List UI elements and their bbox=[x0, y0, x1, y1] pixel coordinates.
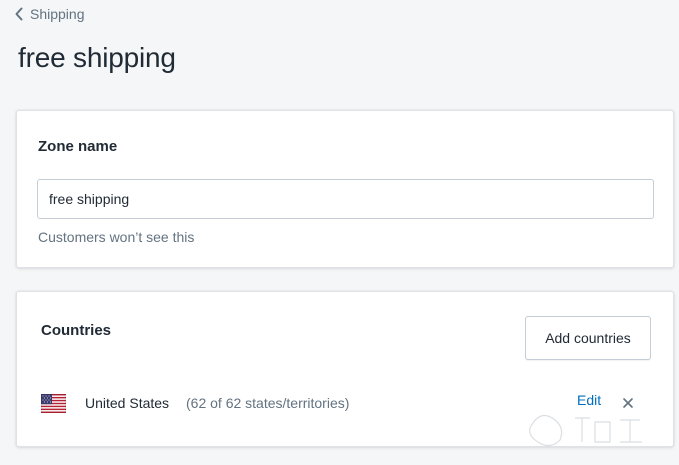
us-flag-icon bbox=[41, 394, 66, 413]
country-name: United States bbox=[85, 395, 170, 411]
breadcrumb-label[interactable]: Shipping bbox=[30, 6, 85, 22]
zone-name-heading: Zone name bbox=[38, 138, 118, 155]
page: Shipping free shipping Zone name Custome… bbox=[0, 0, 679, 465]
page-title: free shipping bbox=[18, 42, 176, 73]
country-row: United States (62 of 62 states/territori… bbox=[41, 392, 641, 414]
add-countries-button[interactable]: Add countries bbox=[525, 316, 651, 360]
breadcrumb-back-link[interactable]: Shipping bbox=[14, 6, 85, 22]
zone-name-card: Zone name Customers won’t see this bbox=[16, 110, 674, 268]
countries-heading: Countries bbox=[41, 322, 112, 339]
country-state-count: (62 of 62 states/territories) bbox=[186, 395, 350, 411]
zone-name-input[interactable] bbox=[37, 179, 654, 219]
close-icon[interactable] bbox=[621, 396, 635, 410]
edit-country-link[interactable]: Edit bbox=[577, 392, 601, 408]
zone-help-text: Customers won’t see this bbox=[38, 229, 195, 245]
countries-card: Countries Add countries United States (6… bbox=[16, 291, 674, 447]
chevron-left-icon bbox=[14, 7, 24, 21]
